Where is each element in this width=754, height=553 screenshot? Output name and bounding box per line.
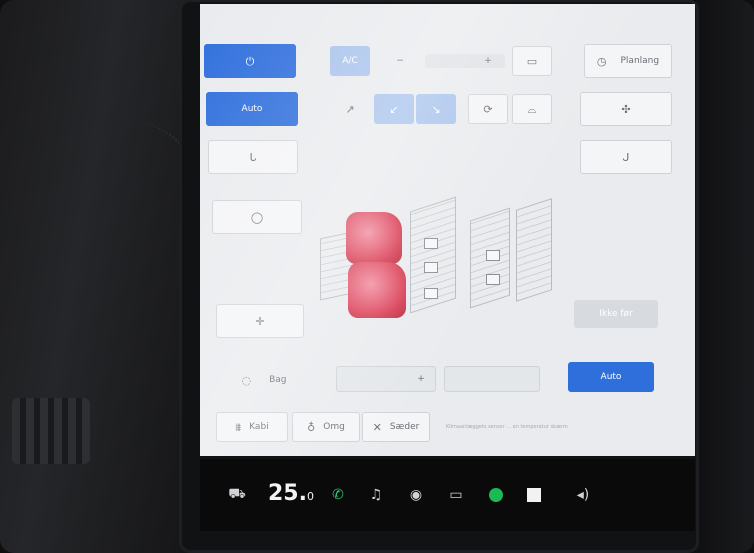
- schedule-button[interactable]: ◷ Planlang: [584, 44, 672, 78]
- rear-temp-label: Bag: [269, 375, 287, 385]
- tab-seats[interactable]: ✕ Sæder: [362, 412, 430, 442]
- taskbar: ⛟ 25.0 ✆ ♫ ◉ ▭ ◂): [200, 459, 695, 531]
- front-left-seat: [346, 212, 402, 264]
- schedule-label: Planlang: [620, 56, 660, 66]
- left-seat-heater-button[interactable]: ᒐ: [208, 140, 298, 174]
- seat-indicator: [486, 274, 500, 285]
- clock-icon: ◷: [596, 54, 607, 68]
- recirculation-off-button[interactable]: Ikke før: [574, 300, 658, 328]
- cabin-illustration: [320, 194, 560, 329]
- ac-button[interactable]: A/C: [330, 46, 370, 76]
- ac-label: A/C: [342, 56, 358, 66]
- cabin-icon: ⩩: [235, 420, 242, 434]
- airflow-body-button[interactable]: ↙: [374, 94, 414, 124]
- steering-wheel-icon: ◯: [250, 210, 264, 224]
- temp-decimal: 0: [306, 490, 314, 503]
- seats-icon: ✕: [372, 420, 382, 434]
- dashboard-right: [696, 0, 754, 553]
- airflow-face-button[interactable]: ↗: [330, 94, 370, 124]
- fan-increase-button[interactable]: +: [468, 46, 508, 76]
- media-square: [527, 488, 541, 502]
- front-defrost-icon: ⌓: [527, 102, 537, 116]
- fan-minus-label: −: [396, 56, 404, 66]
- seat-indicator: [424, 238, 438, 249]
- tab-omg[interactable]: ♁ Omg: [292, 412, 360, 442]
- apps-icon[interactable]: ▭: [446, 485, 466, 505]
- fan-plus-label: +: [484, 56, 492, 66]
- touchscreen: ⏻ A/C − + ▭ ◷ Planlang Auto ↗ ↙ ↘ ⟳ ⌓ ✣ …: [200, 4, 695, 456]
- tab-cabin-label: Kabi: [249, 422, 269, 432]
- cabin-temperature[interactable]: 25.0: [268, 481, 314, 506]
- steering-heater-button[interactable]: ◯: [212, 200, 302, 234]
- phone-icon[interactable]: ✆: [328, 485, 348, 505]
- air-vent: [12, 398, 90, 464]
- front-right-seat: [348, 262, 406, 318]
- fan-direction-button[interactable]: ✛: [216, 304, 304, 338]
- camera-icon[interactable]: ◉: [406, 485, 426, 505]
- fan-button[interactable]: ✣: [580, 92, 672, 126]
- bulb-icon: ♁: [307, 420, 316, 434]
- car-icon[interactable]: ⛟: [226, 485, 248, 505]
- airflow-body-icon: ↙: [389, 102, 399, 116]
- fan-icon: ✣: [621, 102, 631, 116]
- auto-button[interactable]: Auto: [206, 92, 298, 126]
- fan-decrease-button[interactable]: −: [380, 46, 420, 76]
- rear-temp-slider[interactable]: +: [336, 366, 436, 392]
- seat-heater-right-icon: ᒍ: [622, 150, 630, 164]
- spotify-logo: [489, 488, 503, 502]
- airflow-face-icon: ↗: [345, 102, 355, 116]
- media-icon[interactable]: [524, 485, 544, 505]
- rear-defrost-icon: ▭: [526, 54, 538, 68]
- rear-fan-slider[interactable]: [444, 366, 540, 392]
- music-icon[interactable]: ♫: [366, 485, 386, 505]
- rear-seat-row-3: [516, 198, 552, 302]
- fan-direction-icon: ✛: [255, 314, 265, 328]
- rear-temp-control[interactable]: ◌ Bag: [226, 366, 302, 394]
- photo: ⏻ A/C − + ▭ ◷ Planlang Auto ↗ ↙ ↘ ⟳ ⌓ ✣ …: [0, 0, 754, 553]
- volume-icon[interactable]: ◂): [572, 485, 594, 505]
- auto-label: Auto: [241, 104, 263, 114]
- recirculate-button[interactable]: ⟳: [468, 94, 508, 124]
- seat-indicator: [424, 262, 438, 273]
- recirculate-icon: ⟳: [483, 102, 493, 116]
- defrost-rear-button[interactable]: ▭: [512, 46, 552, 76]
- rear-auto-label: Auto: [600, 372, 622, 382]
- seat-heater-left-icon: ᒐ: [249, 150, 257, 164]
- rear-temp-plus: +: [417, 374, 425, 384]
- airflow-feet-icon: ↘: [431, 102, 441, 116]
- seat-indicator: [424, 288, 438, 299]
- spotify-icon[interactable]: [486, 485, 506, 505]
- temp-main: 25.: [268, 481, 307, 506]
- power-icon: ⏻: [245, 54, 255, 68]
- recirc-label: Ikke før: [599, 309, 633, 319]
- right-seat-heater-button[interactable]: ᒍ: [580, 140, 672, 174]
- status-text: Klimaanlæggets sensor ... en temperatur …: [446, 424, 568, 430]
- seat-indicator: [486, 250, 500, 261]
- defrost-front-button[interactable]: ⌓: [512, 94, 552, 124]
- rear-seat-icon: ◌: [241, 373, 252, 387]
- airflow-feet-button[interactable]: ↘: [416, 94, 456, 124]
- power-button[interactable]: ⏻: [204, 44, 296, 78]
- tab-omg-label: Omg: [323, 422, 345, 432]
- rear-auto-button[interactable]: Auto: [568, 362, 654, 392]
- tab-seats-label: Sæder: [389, 422, 420, 432]
- tab-cabin[interactable]: ⩩ Kabi: [216, 412, 288, 442]
